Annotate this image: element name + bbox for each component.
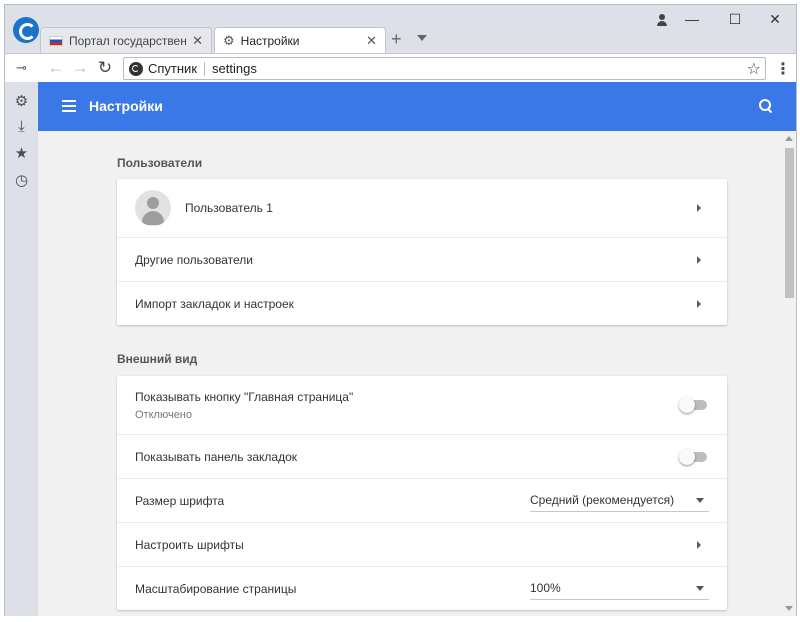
page-zoom-value: 100%	[530, 581, 561, 595]
browser-window: Портал государственны ✕ ⚙ Настройки ✕ + …	[4, 4, 797, 616]
site-name: Спутник	[148, 61, 198, 76]
import-bookmarks-row[interactable]: Импорт закладок и настроек	[117, 281, 727, 325]
page-zoom-select[interactable]: 100%	[530, 578, 709, 600]
bookmarks-bar-label: Показывать панель закладок	[135, 449, 298, 464]
close-tab-icon[interactable]: ✕	[366, 33, 377, 49]
home-button-toggle[interactable]	[679, 397, 707, 413]
history-icon[interactable]: ◷	[5, 171, 38, 189]
other-users-row[interactable]: Другие пользователи	[117, 237, 727, 281]
avatar	[135, 190, 171, 226]
maximize-button[interactable]: ☐	[720, 11, 750, 28]
tab-settings[interactable]: ⚙ Настройки ✕	[214, 27, 386, 53]
tab-list-chevron-icon[interactable]	[417, 35, 427, 41]
pin-icon[interactable]: ⊸	[5, 60, 38, 76]
new-tab-button[interactable]: +	[391, 29, 402, 50]
bookmarks-bar-toggle[interactable]	[679, 448, 707, 465]
chevron-right-icon	[697, 255, 701, 264]
scroll-down-icon[interactable]	[785, 606, 793, 611]
toolbar: ← → ↻ Спутник settings ☆ ⋮	[5, 53, 796, 82]
scroll-up-icon[interactable]	[785, 136, 793, 141]
profile-icon[interactable]	[655, 13, 669, 27]
page-title: Настройки	[89, 98, 163, 114]
users-card: Пользователь 1 Другие пользователи Импор…	[117, 179, 727, 325]
tab-title: Настройки	[240, 33, 300, 48]
section-title-users: Пользователи	[117, 156, 203, 170]
back-button[interactable]: ←	[45, 58, 67, 78]
other-users-label: Другие пользователи	[135, 252, 253, 267]
close-window-button[interactable]: ✕	[760, 11, 790, 28]
chevron-right-icon	[697, 540, 701, 549]
home-button-label: Показывать кнопку "Главная страница"	[135, 389, 354, 404]
star-icon[interactable]: ★	[5, 144, 38, 162]
minimize-button[interactable]: —	[677, 11, 707, 27]
chevron-down-icon	[696, 497, 704, 503]
settings-page: Настройки Пользователи Пользователь 1 Др…	[38, 82, 796, 616]
appearance-card: Показывать кнопку "Главная страница" Отк…	[117, 376, 727, 610]
omnibox-divider	[204, 61, 206, 76]
chevron-right-icon	[697, 204, 701, 212]
url-text[interactable]: settings	[212, 61, 257, 76]
font-size-label: Размер шрифта	[135, 493, 225, 508]
profile-row[interactable]: Пользователь 1	[117, 179, 727, 237]
gear-icon: ⚙	[223, 32, 235, 48]
bookmark-star-icon[interactable]: ☆	[747, 59, 761, 79]
menu-icon[interactable]	[62, 100, 76, 112]
chevron-right-icon	[697, 299, 701, 308]
section-title-appearance: Внешний вид	[117, 352, 198, 366]
close-tab-icon[interactable]: ✕	[192, 33, 203, 49]
import-label: Импорт закладок и настроек	[135, 296, 294, 311]
profile-name: Пользователь 1	[185, 201, 273, 215]
reload-button[interactable]: ↻	[94, 58, 116, 78]
page-zoom-label: Масштабирование страницы	[135, 581, 297, 596]
home-button-status: Отключено	[135, 408, 192, 421]
font-size-row: Размер шрифта Средний (рекомендуется)	[117, 478, 727, 522]
font-size-value: Средний (рекомендуется)	[530, 493, 675, 507]
browser-menu-icon[interactable]: ⋮	[775, 59, 791, 79]
customize-fonts-label: Настроить шрифты	[135, 537, 244, 552]
settings-header: Настройки	[38, 82, 796, 131]
sidebar: ⊸ ⚙ ⤓ ★ ◷	[5, 60, 38, 616]
sputnik-logo-icon[interactable]	[13, 17, 39, 43]
scroll-thumb[interactable]	[785, 148, 794, 298]
home-button-row[interactable]: Показывать кнопку "Главная страница" Отк…	[117, 376, 727, 434]
forward-button[interactable]: →	[69, 58, 91, 78]
customize-fonts-row[interactable]: Настроить шрифты	[117, 522, 727, 566]
tab-portal[interactable]: Портал государственны ✕	[40, 27, 212, 53]
chevron-down-icon	[696, 585, 704, 591]
russia-flag-icon	[49, 35, 63, 46]
page-zoom-row: Масштабирование страницы 100%	[117, 566, 727, 610]
address-bar[interactable]: Спутник settings ☆	[123, 57, 766, 80]
tab-title: Портал государственны	[69, 33, 187, 48]
download-icon[interactable]: ⤓	[5, 118, 38, 135]
sputnik-icon	[129, 61, 143, 76]
scrollbar[interactable]	[781, 131, 796, 616]
bookmarks-bar-row[interactable]: Показывать панель закладок	[117, 434, 727, 478]
search-icon[interactable]	[759, 99, 773, 113]
gear-icon[interactable]: ⚙	[5, 92, 38, 110]
font-size-select[interactable]: Средний (рекомендуется)	[530, 490, 709, 512]
